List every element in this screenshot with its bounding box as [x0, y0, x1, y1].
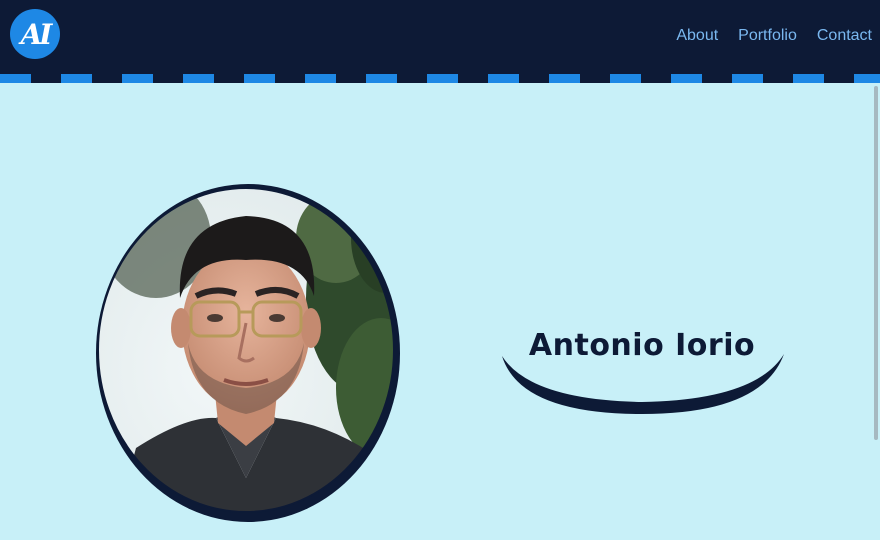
profile-photo	[96, 184, 400, 522]
nav-contact[interactable]: Contact	[817, 27, 872, 45]
navbar-stripe-divider	[0, 74, 880, 83]
hero-name: Antonio Iorio	[528, 328, 756, 363]
nav-portfolio[interactable]: Portfolio	[738, 27, 797, 45]
site-logo[interactable]: AI	[10, 9, 60, 59]
navbar: AI About Portfolio Contact	[0, 0, 880, 74]
hero-name-block: Antonio Iorio	[500, 300, 784, 420]
nav-about[interactable]: About	[676, 27, 718, 45]
nav-links: About Portfolio Contact	[676, 27, 872, 45]
scrollbar-thumb[interactable]	[874, 86, 878, 440]
